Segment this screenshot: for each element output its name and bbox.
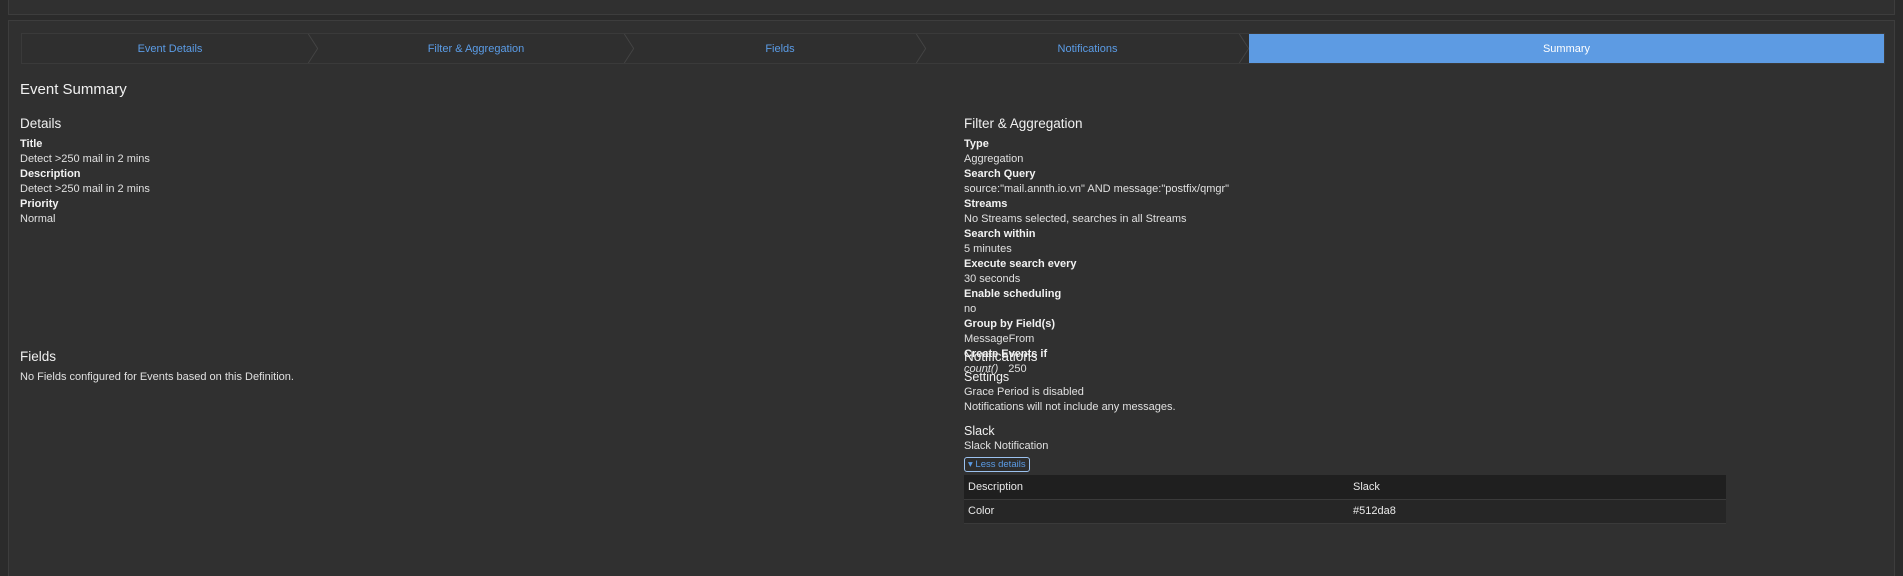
- title-label: Title: [20, 138, 43, 150]
- step-label: Event Details: [137, 42, 203, 55]
- event-definition-panel: Event Details Filter & Aggregation Field…: [8, 20, 1895, 576]
- search-within-label: Search within: [964, 228, 1036, 240]
- details-heading: Details: [20, 116, 62, 131]
- title-value: Detect >250 mail in 2 mins: [20, 153, 150, 165]
- step-filter-aggregation[interactable]: Filter & Aggregation: [318, 34, 635, 63]
- step-label: Filter & Aggregation: [427, 42, 525, 55]
- priority-value: Normal: [20, 213, 56, 225]
- page-title: Event Summary: [20, 81, 127, 98]
- group-by-label: Group by Field(s): [964, 318, 1056, 330]
- step-label: Summary: [1542, 42, 1591, 55]
- fields-heading: Fields: [20, 349, 57, 364]
- row-value: #512da8: [1349, 499, 1726, 524]
- less-details-button[interactable]: ▾ Less details: [964, 457, 1030, 472]
- slack-subtitle: Slack Notification: [964, 440, 1049, 452]
- enable-scheduling-label: Enable scheduling: [964, 288, 1062, 300]
- notifications-heading: Notifications: [964, 349, 1038, 364]
- filter-aggregation-section: Filter & Aggregation Type Aggregation Se…: [964, 115, 1884, 377]
- details-section: Details Title Detect >250 mail in 2 mins…: [20, 115, 940, 227]
- search-query-value: source:"mail.annth.io.vn" AND message:"p…: [964, 183, 1230, 195]
- streams-label: Streams: [964, 198, 1008, 210]
- step-fields[interactable]: Fields: [634, 34, 927, 63]
- wizard-stepper: Event Details Filter & Aggregation Field…: [21, 33, 1885, 64]
- search-within-value: 5 minutes: [964, 243, 1012, 255]
- execute-every-label: Execute search every: [964, 258, 1077, 270]
- filter-aggregation-heading: Filter & Aggregation: [964, 116, 1083, 131]
- table-row: Color #512da8: [964, 499, 1726, 524]
- description-label: Description: [20, 168, 81, 180]
- row-value: Slack: [1349, 475, 1726, 500]
- step-event-details[interactable]: Event Details: [22, 34, 319, 63]
- search-query-label: Search Query: [964, 168, 1036, 180]
- priority-label: Priority: [20, 198, 59, 210]
- row-key: Description: [964, 475, 1349, 500]
- top-header-strip: [8, 0, 1895, 15]
- left-column: Details Title Detect >250 mail in 2 mins…: [20, 115, 940, 383]
- execute-every-value: 30 seconds: [964, 273, 1021, 285]
- grace-period-text: Grace Period is disabled: [964, 386, 1084, 398]
- right-column: Filter & Aggregation Type Aggregation Se…: [964, 115, 1884, 524]
- slack-heading: Slack: [964, 424, 995, 438]
- step-label: Notifications: [1057, 42, 1118, 55]
- enable-scheduling-value: no: [964, 303, 977, 315]
- fields-section: Fields No Fields configured for Events b…: [20, 348, 940, 385]
- table-row: Description Slack: [964, 475, 1726, 500]
- fields-empty-text: No Fields configured for Events based on…: [20, 371, 294, 383]
- step-label: Fields: [765, 42, 795, 55]
- description-value: Detect >250 mail in 2 mins: [20, 183, 150, 195]
- type-value: Aggregation: [964, 153, 1024, 165]
- step-notifications[interactable]: Notifications: [926, 34, 1250, 63]
- type-label: Type: [964, 138, 989, 150]
- row-key: Color: [964, 499, 1349, 524]
- messages-text: Notifications will not include any messa…: [964, 401, 1176, 413]
- streams-value: No Streams selected, searches in all Str…: [964, 213, 1187, 225]
- step-summary[interactable]: Summary: [1249, 34, 1884, 63]
- notifications-section: Notifications Settings Grace Period is d…: [964, 348, 1884, 524]
- notification-details-table: Description Slack Color #512da8: [964, 475, 1726, 524]
- settings-heading: Settings: [964, 370, 1010, 384]
- group-by-value: MessageFrom: [964, 333, 1035, 345]
